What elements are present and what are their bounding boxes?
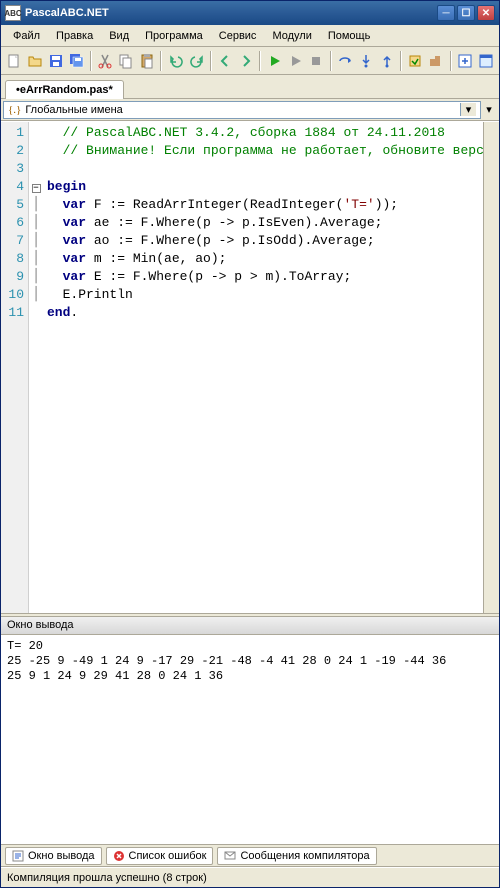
menu-program[interactable]: Программа bbox=[137, 28, 211, 44]
save-all-button[interactable] bbox=[67, 50, 86, 72]
close-button[interactable]: ✕ bbox=[477, 5, 495, 21]
scope-text: Глобальные имена bbox=[25, 104, 460, 116]
maximize-button[interactable]: ☐ bbox=[457, 5, 475, 21]
menu-file[interactable]: Файл bbox=[5, 28, 48, 44]
redo-button[interactable] bbox=[187, 50, 206, 72]
tab-output[interactable]: Окно вывода bbox=[5, 847, 102, 865]
toolbar bbox=[1, 47, 499, 75]
output-panel-title: Окно вывода bbox=[1, 617, 499, 635]
titlebar: ABC PascalABC.NET ─ ☐ ✕ bbox=[1, 1, 499, 25]
form-designer-button[interactable] bbox=[476, 50, 495, 72]
menu-edit[interactable]: Правка bbox=[48, 28, 101, 44]
toolbar-separator bbox=[90, 51, 92, 71]
app-icon: ABC bbox=[5, 5, 21, 21]
compile-button[interactable] bbox=[406, 50, 425, 72]
new-file-button[interactable] bbox=[5, 50, 24, 72]
window-title: PascalABC.NET bbox=[25, 7, 437, 19]
toolbar-separator bbox=[210, 51, 212, 71]
run-debug-button[interactable] bbox=[286, 50, 305, 72]
file-tabs: •eArrRandom.pas* bbox=[1, 75, 499, 99]
toolbar-separator bbox=[400, 51, 402, 71]
menu-view[interactable]: Вид bbox=[101, 28, 137, 44]
scope-bar: {.} Глобальные имена ▾ ▾ bbox=[1, 99, 499, 121]
cut-button[interactable] bbox=[96, 50, 115, 72]
menubar: Файл Правка Вид Программа Сервис Модули … bbox=[1, 25, 499, 47]
fold-gutter[interactable]: −││││││ bbox=[29, 122, 43, 613]
step-into-button[interactable] bbox=[356, 50, 375, 72]
tab-errors-label: Список ошибок bbox=[129, 850, 207, 862]
scope-dropdown-button[interactable]: ▾ bbox=[481, 103, 497, 116]
paste-button[interactable] bbox=[138, 50, 157, 72]
status-bar: Компиляция прошла успешно (8 строк) bbox=[1, 867, 499, 887]
step-out-button[interactable] bbox=[377, 50, 396, 72]
save-button[interactable] bbox=[47, 50, 66, 72]
toolbar-separator bbox=[330, 51, 332, 71]
line-gutter: 1234567891011 bbox=[1, 122, 29, 613]
step-over-button[interactable] bbox=[336, 50, 355, 72]
vertical-scrollbar[interactable] bbox=[483, 122, 499, 613]
file-tab-active[interactable]: •eArrRandom.pas* bbox=[5, 80, 124, 99]
menu-modules[interactable]: Модули bbox=[264, 28, 319, 44]
status-text: Компиляция прошла успешно (8 строк) bbox=[7, 872, 207, 884]
tab-errors[interactable]: Список ошибок bbox=[106, 847, 214, 865]
stop-button[interactable] bbox=[307, 50, 326, 72]
tab-compiler-label: Сообщения компилятора bbox=[240, 850, 369, 862]
code-editor[interactable]: 1234567891011 −││││││ // PascalABC.NET 3… bbox=[1, 121, 499, 613]
code-area[interactable]: // PascalABC.NET 3.4.2, сборка 1884 от 2… bbox=[43, 122, 483, 613]
chevron-down-icon[interactable]: ▾ bbox=[460, 103, 476, 116]
scope-combo[interactable]: {.} Глобальные имена ▾ bbox=[3, 101, 481, 119]
tab-output-label: Окно вывода bbox=[28, 850, 95, 862]
navigate-forward-button[interactable] bbox=[237, 50, 256, 72]
error-list-icon bbox=[113, 850, 125, 862]
run-button[interactable] bbox=[265, 50, 284, 72]
menu-help[interactable]: Помощь bbox=[320, 28, 379, 44]
toolbar-separator bbox=[160, 51, 162, 71]
toolbar-separator bbox=[259, 51, 261, 71]
toolbar-separator bbox=[450, 51, 452, 71]
menu-service[interactable]: Сервис bbox=[211, 28, 265, 44]
minimize-button[interactable]: ─ bbox=[437, 5, 455, 21]
messages-icon bbox=[224, 850, 236, 862]
new-project-button[interactable] bbox=[456, 50, 475, 72]
output-panel[interactable]: T= 20 25 -25 9 -49 1 24 9 -17 29 -21 -48… bbox=[1, 635, 499, 845]
navigate-back-button[interactable] bbox=[216, 50, 235, 72]
scope-icon: {.} bbox=[8, 104, 21, 116]
undo-button[interactable] bbox=[166, 50, 185, 72]
tab-compiler-messages[interactable]: Сообщения компилятора bbox=[217, 847, 376, 865]
output-icon bbox=[12, 850, 24, 862]
bottom-tabs: Окно вывода Список ошибок Сообщения комп… bbox=[1, 845, 499, 867]
open-file-button[interactable] bbox=[26, 50, 45, 72]
copy-button[interactable] bbox=[117, 50, 136, 72]
build-button[interactable] bbox=[427, 50, 446, 72]
